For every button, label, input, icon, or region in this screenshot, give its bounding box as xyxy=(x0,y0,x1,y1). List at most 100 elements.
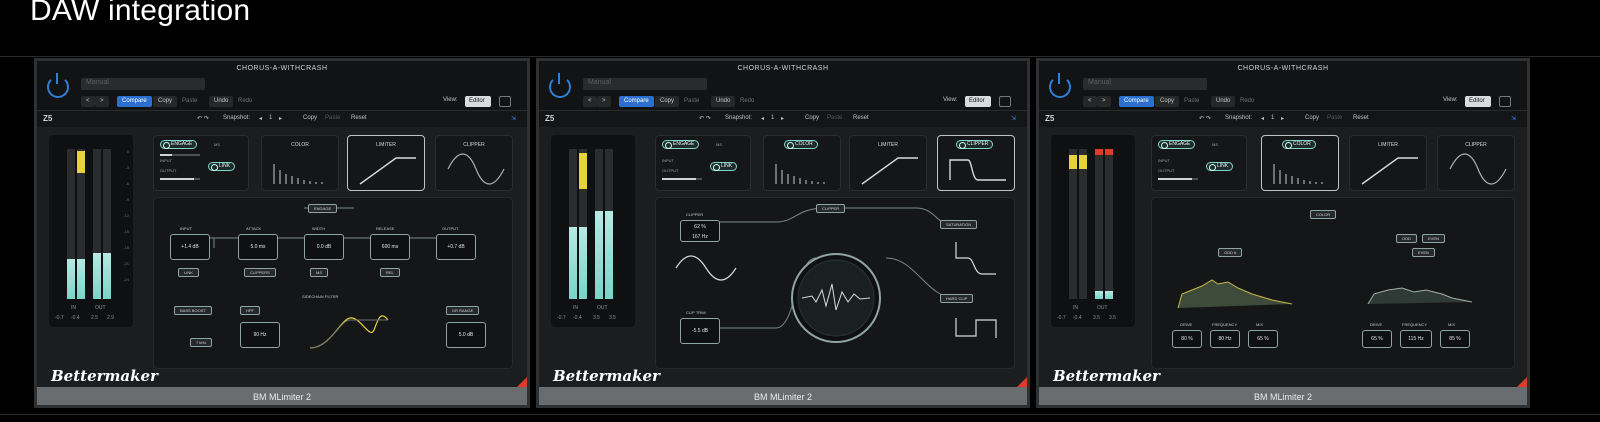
clipper-module[interactable]: CLIPPER xyxy=(435,135,513,191)
clipper-node[interactable]: CLIPPER xyxy=(816,204,846,213)
prev-preset-button[interactable]: < xyxy=(81,96,95,107)
redo-button[interactable]: Redo xyxy=(233,96,257,107)
even-node[interactable]: EVEN xyxy=(1422,234,1445,243)
next-preset-button[interactable]: > xyxy=(597,96,611,107)
undo-arrows-icon[interactable]: ↶ ↷ xyxy=(1199,115,1211,122)
output-slider[interactable] xyxy=(1158,178,1198,180)
odd-node[interactable]: ODD xyxy=(1396,234,1417,243)
compare-button[interactable]: Compare xyxy=(117,96,152,107)
bass-boost-node[interactable]: BASS BOOST xyxy=(174,306,212,315)
rel-node[interactable]: REL xyxy=(380,268,400,277)
gr-range-node[interactable]: GR RANGE xyxy=(446,306,480,315)
snapshot-copy-button[interactable]: Copy xyxy=(303,115,317,121)
copy-button[interactable]: Copy xyxy=(153,96,178,107)
snapshot-value[interactable]: 1 xyxy=(1271,115,1274,121)
resize-handle[interactable] xyxy=(1517,377,1527,387)
width-value[interactable]: 0.0 dB xyxy=(304,234,344,260)
preset-dropdown[interactable]: Manual xyxy=(81,78,205,90)
snapshot-prev-icon[interactable]: ◂ xyxy=(761,115,764,122)
frequency-value[interactable]: 80 Hz xyxy=(1210,330,1240,348)
reset-button[interactable]: Reset xyxy=(1353,115,1369,121)
resize-icon[interactable]: ⇲ xyxy=(511,115,516,122)
snapshot-next-icon[interactable]: ▸ xyxy=(279,115,282,122)
resize-icon[interactable]: ⇲ xyxy=(1011,115,1016,122)
saturation-node[interactable]: SATURATION xyxy=(940,220,978,229)
link-toggle[interactable]: LINK xyxy=(208,162,236,171)
link-icon[interactable] xyxy=(1499,96,1511,107)
hpf-value[interactable]: 90 Hz xyxy=(240,322,280,348)
link-node[interactable]: LINK xyxy=(178,268,199,277)
undo-button[interactable]: Undo xyxy=(711,96,736,107)
clippers-node[interactable]: CLIPPERS xyxy=(244,268,276,277)
release-value[interactable]: 600 ms xyxy=(370,234,410,260)
gr-range-value[interactable]: 5.0 dB xyxy=(446,322,486,348)
hard-clip-node[interactable]: HARD CLIP xyxy=(940,294,974,303)
snapshot-prev-icon[interactable]: ◂ xyxy=(259,115,262,122)
snapshot-prev-icon[interactable]: ◂ xyxy=(1261,115,1264,122)
clipper-toggle[interactable]: CLIPPER xyxy=(956,140,994,149)
power-icon[interactable] xyxy=(47,73,69,98)
ms-toggle[interactable]: MS xyxy=(716,142,722,147)
view-dropdown[interactable]: Editor xyxy=(965,96,991,107)
redo-button[interactable]: Redo xyxy=(735,96,759,107)
resize-icon[interactable]: ⇲ xyxy=(1511,115,1516,122)
output-value[interactable]: +0.7 dB xyxy=(436,234,476,260)
preset-dropdown[interactable]: Manual xyxy=(1083,78,1207,90)
snapshot-next-icon[interactable]: ▸ xyxy=(781,115,784,122)
prev-preset-button[interactable]: < xyxy=(1083,96,1097,107)
reset-button[interactable]: Reset xyxy=(351,115,367,121)
drive-value[interactable]: 65 % xyxy=(1362,330,1392,348)
snapshot-value[interactable]: 1 xyxy=(269,115,272,121)
ms-node[interactable]: MS xyxy=(310,268,328,277)
copy-button[interactable]: Copy xyxy=(1155,96,1180,107)
resize-handle[interactable] xyxy=(1017,377,1027,387)
next-preset-button[interactable]: > xyxy=(1097,96,1111,107)
resize-handle[interactable] xyxy=(517,377,527,387)
color-toggle[interactable]: COLOR xyxy=(1282,140,1316,149)
snapshot-paste-button[interactable]: Paste xyxy=(325,115,340,121)
frequency-value[interactable]: 115 Hz xyxy=(1400,330,1432,348)
reset-button[interactable]: Reset xyxy=(853,115,869,121)
link-icon[interactable] xyxy=(999,96,1011,107)
paste-button[interactable]: Paste xyxy=(177,96,202,107)
input-slider[interactable] xyxy=(160,154,200,156)
copy-button[interactable]: Copy xyxy=(655,96,680,107)
color-toggle[interactable]: COLOR xyxy=(784,140,818,149)
power-icon[interactable] xyxy=(1049,73,1071,98)
compare-button[interactable]: Compare xyxy=(1119,96,1154,107)
engage-node[interactable]: ENGAGE xyxy=(308,204,338,213)
preset-dropdown[interactable]: Manual xyxy=(583,78,707,90)
drive-value[interactable]: 80 % xyxy=(1172,330,1202,348)
clipper-value[interactable]: 62 % 167 Hz xyxy=(680,220,720,242)
undo-arrows-icon[interactable]: ↶ ↷ xyxy=(699,115,711,122)
attack-value[interactable]: 5.0 ms xyxy=(238,234,278,260)
hpf-node[interactable]: HPF xyxy=(240,306,260,315)
engage-toggle[interactable]: ENGAGE xyxy=(662,140,700,149)
khz-node[interactable]: 7 kHz xyxy=(190,338,213,347)
engage-toggle[interactable]: ENGAGE xyxy=(160,140,198,149)
input-value[interactable]: +1.4 dB xyxy=(170,234,210,260)
compare-button[interactable]: Compare xyxy=(619,96,654,107)
power-icon[interactable] xyxy=(549,73,571,98)
output-slider[interactable] xyxy=(160,178,200,180)
color-module[interactable]: COLOR xyxy=(1261,135,1339,191)
paste-button[interactable]: Paste xyxy=(1179,96,1204,107)
mix-value[interactable]: 65 % xyxy=(1248,330,1278,348)
clipper-module[interactable]: CLIPPER xyxy=(1437,135,1515,191)
snapshot-copy-button[interactable]: Copy xyxy=(1305,115,1319,121)
view-dropdown[interactable]: Editor xyxy=(465,96,491,107)
engage-toggle[interactable]: ENGAGE xyxy=(1158,140,1196,149)
limiter-module[interactable]: LIMITER xyxy=(1349,135,1427,191)
snapshot-value[interactable]: 1 xyxy=(771,115,774,121)
limiter-module[interactable]: LIMITER xyxy=(849,135,927,191)
snapshot-paste-button[interactable]: Paste xyxy=(1327,115,1342,121)
snapshot-copy-button[interactable]: Copy xyxy=(805,115,819,121)
undo-button[interactable]: Undo xyxy=(1211,96,1236,107)
paste-button[interactable]: Paste xyxy=(679,96,704,107)
snapshot-next-icon[interactable]: ▸ xyxy=(1281,115,1284,122)
redo-button[interactable]: Redo xyxy=(1235,96,1259,107)
undo-arrows-icon[interactable]: ↶ ↷ xyxy=(197,115,209,122)
color-module[interactable]: COLOR xyxy=(261,135,339,191)
ms-toggle[interactable]: MS xyxy=(214,142,220,147)
mix-value[interactable]: 85 % xyxy=(1440,330,1470,348)
